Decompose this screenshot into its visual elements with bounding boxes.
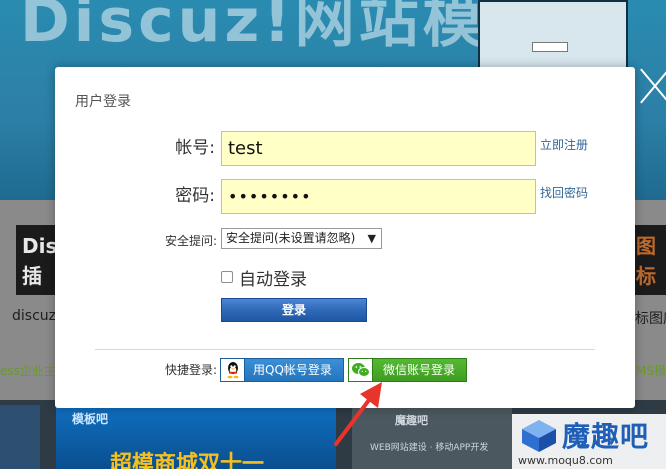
qq-login-button[interactable]: 用QQ帐号登录 [220, 358, 344, 382]
qq-penguin-icon [221, 359, 245, 381]
banner-screenshot [478, 0, 628, 70]
wechat-login-label: 微信账号登录 [383, 363, 456, 377]
background-link-right: MS模 [636, 364, 666, 378]
dialog-title: 用户登录 [75, 94, 131, 110]
autologin-row[interactable]: 自动登录 [221, 265, 307, 290]
watermark-title: 魔趣吧 [562, 420, 650, 453]
security-question-value: 安全提问(未设置请忽略) [226, 231, 356, 245]
autologin-label: 自动登录 [239, 269, 307, 290]
login-dialog: 用户登录 帐号: test 立即注册 密码: •••••••• 找回密码 安全提… [55, 67, 635, 408]
username-input[interactable]: test [221, 131, 536, 166]
watermark: 魔趣吧 www.moqu8.com [512, 414, 666, 469]
watermark-cube-icon [522, 420, 556, 452]
background-promo: 超模商城双十一 [110, 452, 265, 469]
username-label: 帐号: [175, 138, 215, 158]
forgot-password-link[interactable]: 找回密码 [540, 184, 588, 201]
security-question-label: 安全提问: [165, 234, 218, 248]
background-mini-title: 魔趣吧 [395, 414, 428, 427]
password-label: 密码: [175, 186, 215, 206]
background-tile-right: 图标 图库 [632, 225, 666, 295]
register-link[interactable]: 立即注册 [540, 136, 588, 153]
background-tile-left: Disc 插件 [16, 225, 60, 295]
background-thumb-1 [0, 405, 40, 469]
close-icon[interactable] [643, 66, 666, 106]
background-caption-right: 标图库 [635, 311, 666, 327]
watermark-url: www.moqu8.com [518, 454, 613, 467]
background-caption-left: discuz [12, 308, 56, 324]
background-site-logo: 模板吧 [72, 412, 109, 426]
background-link-left: ess企业主 [0, 364, 56, 378]
quick-login-label: 快捷登录: [165, 363, 218, 377]
annotation-arrow-icon [334, 382, 382, 446]
qq-login-label: 用QQ帐号登录 [253, 363, 332, 377]
security-question-select[interactable]: 安全提问(未设置请忽略) ▼ [221, 228, 382, 249]
divider [95, 349, 595, 350]
autologin-checkbox[interactable] [221, 271, 233, 283]
banner-headline: Discuz!网站模板 [20, 0, 551, 56]
dropdown-arrow-icon: ▼ [367, 232, 376, 245]
login-button[interactable]: 登录 [221, 298, 367, 322]
password-input[interactable]: •••••••• [221, 179, 536, 214]
